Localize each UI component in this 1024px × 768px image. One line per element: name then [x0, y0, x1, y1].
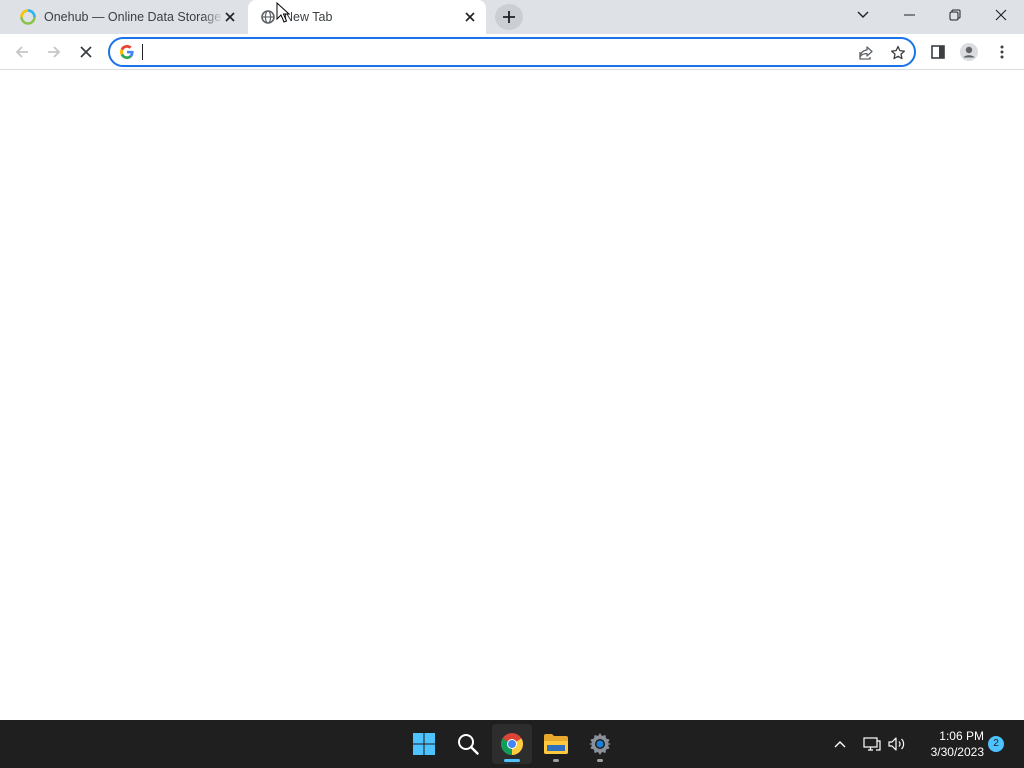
close-window-button[interactable] [978, 0, 1024, 30]
side-panel-icon [931, 45, 945, 59]
new-tab-button[interactable] [495, 4, 523, 30]
side-panel-button[interactable] [924, 38, 952, 66]
profile-avatar-icon [960, 43, 978, 61]
search-icon [458, 734, 479, 755]
chevron-down-icon [857, 11, 869, 18]
text-caret [142, 44, 143, 60]
bookmark-button[interactable] [888, 43, 908, 63]
start-button[interactable] [404, 724, 444, 764]
page-content [0, 70, 1024, 720]
show-hidden-icons-button[interactable] [830, 734, 850, 754]
restore-icon [949, 9, 961, 21]
clock[interactable]: 1:06 PM 3/30/2023 [912, 728, 984, 760]
star-icon [890, 45, 906, 60]
profile-button[interactable] [955, 38, 983, 66]
notification-badge[interactable]: 2 [988, 736, 1004, 752]
network-icon [863, 737, 881, 751]
loading-globe-icon [261, 10, 275, 24]
minimize-button[interactable] [886, 0, 932, 30]
close-tab-icon[interactable] [222, 9, 238, 25]
address-bar[interactable] [108, 37, 916, 67]
windows-start-icon [413, 733, 435, 755]
taskbar-chrome[interactable] [492, 724, 532, 764]
forward-button[interactable] [40, 38, 68, 66]
settings-gear-icon [589, 733, 611, 755]
onehub-icon [20, 9, 36, 25]
clock-time: 1:06 PM [939, 729, 984, 743]
chevron-up-icon [834, 741, 846, 748]
volume-icon [888, 737, 905, 751]
minimize-icon [903, 14, 915, 16]
browser-tab-strip: Onehub — Online Data Storage - New Tab [0, 0, 1024, 34]
address-input[interactable] [142, 42, 842, 62]
taskbar-search-button[interactable] [448, 724, 488, 764]
kebab-menu-icon [1000, 45, 1004, 59]
browser-toolbar [0, 34, 1024, 70]
tab-title: Onehub — Online Data Storage - [44, 10, 224, 24]
clock-date: 3/30/2023 [930, 745, 984, 759]
tab-onehub[interactable]: Onehub — Online Data Storage - [8, 0, 246, 34]
restore-button[interactable] [932, 0, 978, 30]
back-arrow-icon [15, 46, 28, 58]
taskbar-settings[interactable] [580, 724, 620, 764]
share-button[interactable] [856, 43, 876, 63]
mouse-cursor-icon [276, 2, 290, 23]
tab-title: New Tab [284, 10, 333, 24]
running-app-indicator [597, 759, 603, 762]
taskbar: 1:06 PM 3/30/2023 [0, 720, 1024, 768]
forward-arrow-icon [48, 46, 61, 58]
stop-loading-icon [80, 46, 92, 58]
volume-button[interactable] [887, 734, 907, 754]
share-icon [859, 46, 873, 60]
taskbar-file-explorer[interactable] [536, 724, 576, 764]
close-tab-icon[interactable] [462, 9, 478, 25]
back-button[interactable] [8, 38, 36, 66]
google-g-icon [120, 45, 134, 59]
network-button[interactable] [862, 734, 882, 754]
close-icon [995, 9, 1007, 21]
folder-icon [544, 734, 568, 754]
menu-button[interactable] [988, 38, 1016, 66]
stop-button[interactable] [72, 38, 100, 66]
tab-search-button[interactable] [840, 0, 886, 30]
running-app-indicator [553, 759, 559, 762]
active-app-indicator [504, 759, 520, 762]
chrome-icon [501, 733, 523, 755]
plus-icon [503, 11, 515, 23]
